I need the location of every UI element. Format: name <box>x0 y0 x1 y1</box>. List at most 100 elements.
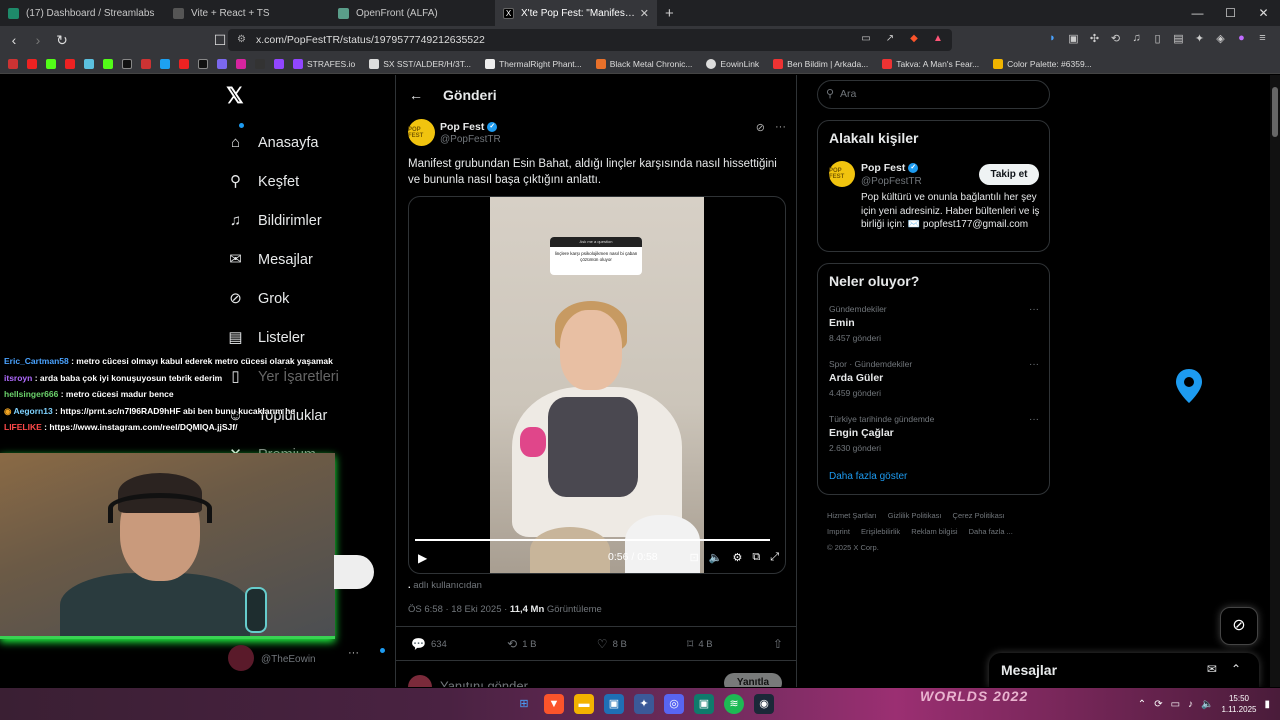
bookmark-button[interactable]: ⌑ 4 B <box>687 637 712 651</box>
x-icon[interactable] <box>198 58 208 69</box>
account-switcher[interactable]: @TheEowin ··· <box>228 645 388 673</box>
show-more-link[interactable]: Daha fazla göster <box>829 471 907 482</box>
discord-icon[interactable]: ◎ <box>664 694 684 714</box>
bookmark-ben-bildim[interactable]: Ben Bildim | Arkada... <box>773 58 868 69</box>
twitch-icon[interactable] <box>274 58 284 69</box>
bookmark-color-palette[interactable]: Color Palette: #6359... <box>993 58 1092 69</box>
bookmark-sx[interactable]: SX SST/ALDER/H/3T... <box>369 58 471 69</box>
author-handle[interactable]: @PopFestTR <box>440 134 501 145</box>
instagram-icon[interactable] <box>236 58 246 69</box>
follow-button[interactable]: Takip et <box>979 164 1039 185</box>
author-name[interactable]: Pop Fest ✓ <box>440 121 498 133</box>
extension-icon[interactable]: ⟲ <box>1108 32 1123 47</box>
grok-button[interactable]: ⊘ <box>1220 607 1258 645</box>
bookmark-icon[interactable] <box>141 58 151 69</box>
like-button[interactable]: ♡ 8 B <box>597 637 627 651</box>
nav-grok[interactable]: ⊘ Grok <box>226 279 376 318</box>
trend-item[interactable]: Spor · Gündemdekiler Arda Güler 4.459 gö… <box>829 359 1039 398</box>
maximize-button[interactable]: ☐ <box>1214 0 1247 26</box>
spotify-icon[interactable]: ≋ <box>724 694 744 714</box>
windows-start-icon[interactable]: ⊞ <box>514 694 534 714</box>
reload-button[interactable]: ↻ <box>52 32 72 49</box>
video-attribution[interactable]: . adlı kullanıcıdan <box>408 580 482 591</box>
bookmark-page-icon[interactable]: ☐ <box>210 32 230 49</box>
footer-link[interactable]: Hizmet Şartları <box>827 511 877 520</box>
chevron-up-icon[interactable]: ⌃ <box>1138 699 1146 710</box>
back-button[interactable]: ‹ <box>4 32 24 48</box>
profile-icon[interactable]: ● <box>1234 32 1249 47</box>
app-icon[interactable]: ▣ <box>694 694 714 714</box>
store-icon[interactable]: ▣ <box>604 694 624 714</box>
footer-link[interactable]: Gizlilik Politikası <box>888 511 942 520</box>
sidebar-icon[interactable]: ▯ <box>1150 32 1165 47</box>
volume-icon[interactable]: 🔈 <box>1201 699 1213 710</box>
brave-rewards-icon[interactable]: ▲ <box>930 33 946 47</box>
youtube-icon[interactable] <box>65 58 75 69</box>
fullscreen-icon[interactable]: ⤢ <box>770 551 779 564</box>
footer-link[interactable]: Imprint <box>827 527 850 536</box>
minimize-button[interactable]: — <box>1181 0 1214 26</box>
tray-icon[interactable]: ⟳ <box>1154 699 1162 710</box>
youtube-icon[interactable] <box>179 58 189 69</box>
puzzle-icon[interactable]: ✣ <box>1087 32 1102 47</box>
related-avatar[interactable]: POP FEST <box>829 161 855 187</box>
leo-icon[interactable]: ✦ <box>1192 32 1207 47</box>
footer-link[interactable]: Daha fazla ... <box>969 527 1013 536</box>
cast-icon[interactable]: ▭ <box>858 33 874 47</box>
file-explorer-icon[interactable]: ▬ <box>574 694 594 714</box>
footer-link[interactable]: Çerez Politikası <box>953 511 1005 520</box>
settings-icon[interactable]: ⚙ <box>732 551 742 564</box>
bookmark-thermalright[interactable]: ThermalRight Phant... <box>485 58 582 69</box>
url-field[interactable]: ⚙ x.com/PopFestTR/status/197957774921263… <box>228 29 952 51</box>
pip-icon[interactable]: ⧉ <box>752 551 760 564</box>
more-options-icon[interactable]: ··· <box>1029 359 1039 370</box>
menu-icon[interactable]: ≡ <box>1255 32 1270 47</box>
tab-x-popfest[interactable]: X X'te Pop Fest: "Manifest grubunc ✕ <box>495 0 657 26</box>
nav-messages[interactable]: ✉ Mesajlar <box>226 240 376 279</box>
share-icon[interactable]: ↗ <box>882 33 898 47</box>
mic-icon[interactable]: ♪ <box>1188 699 1193 710</box>
tiktok-icon[interactable] <box>122 58 132 69</box>
repost-button[interactable]: ⟲ 1 B <box>507 637 536 651</box>
related-name[interactable]: Pop Fest ✓ <box>861 162 919 174</box>
bookmark-icon[interactable] <box>84 58 94 69</box>
bookmark-icon[interactable] <box>255 58 265 69</box>
forward-button[interactable]: › <box>28 32 48 48</box>
volume-icon[interactable]: 🔈 <box>709 551 723 564</box>
hidden-button[interactable] <box>334 555 374 589</box>
more-options-icon[interactable]: ··· <box>1029 414 1039 425</box>
reply-submit-button[interactable]: Yanıtla <box>724 673 782 687</box>
nav-explore[interactable]: ⚲ Keşfet <box>226 162 376 201</box>
bookmark-black-metal[interactable]: Black Metal Chronic... <box>595 58 692 69</box>
nav-notifications[interactable]: ♫ Bildirimler <box>226 201 376 240</box>
footer-link[interactable]: Reklam bilgisi <box>911 527 957 536</box>
tab-openfront[interactable]: OpenFront (ALFA) <box>330 0 495 26</box>
messages-drawer[interactable]: Mesajlar ✉ ⌃ <box>989 653 1259 687</box>
share-button[interactable]: ⇧ <box>773 637 783 651</box>
expand-icon[interactable]: ⌃ <box>1231 662 1241 676</box>
bookmark-takva[interactable]: Takva: A Man's Fear... <box>882 58 979 69</box>
related-handle[interactable]: @PopFestTR <box>861 176 922 187</box>
video-player[interactable]: Ask me a question linçlere karşı psikolo… <box>408 196 786 574</box>
more-options-icon[interactable]: ··· <box>775 121 786 134</box>
grok-explain-icon[interactable]: ⊘ <box>756 121 765 134</box>
post-time[interactable]: ÖS 6:58 · 18 Eki 2025 · <box>408 604 510 615</box>
new-tab-button[interactable]: + <box>665 5 674 22</box>
youtube-icon[interactable] <box>27 58 37 69</box>
audio-icon[interactable]: ◗ <box>1045 32 1060 47</box>
nav-home[interactable]: ⌂ Anasayfa <box>226 123 376 162</box>
footer-link[interactable]: Erişilebilirlik <box>861 527 900 536</box>
nav-lists[interactable]: ▤ Listeler <box>226 318 376 357</box>
bookmark-strafes[interactable]: STRAFES.io <box>293 58 355 69</box>
reply-button[interactable]: 💬 634 <box>411 637 447 651</box>
notification-icon[interactable]: ▮ <box>1264 699 1270 710</box>
search-input[interactable]: ⚲ Ara <box>817 80 1050 109</box>
scrollbar-thumb[interactable] <box>1272 87 1278 137</box>
x-logo[interactable]: 𝕏 <box>226 83 376 109</box>
tab-vite[interactable]: Vite + React + TS <box>165 0 330 26</box>
more-options-icon[interactable]: ··· <box>1029 304 1039 315</box>
close-window-button[interactable]: ✕ <box>1247 0 1280 26</box>
vpn-icon[interactable]: ◈ <box>1213 32 1228 47</box>
brave-shield-icon[interactable]: ◆ <box>906 33 922 47</box>
kick-icon[interactable] <box>46 58 56 69</box>
